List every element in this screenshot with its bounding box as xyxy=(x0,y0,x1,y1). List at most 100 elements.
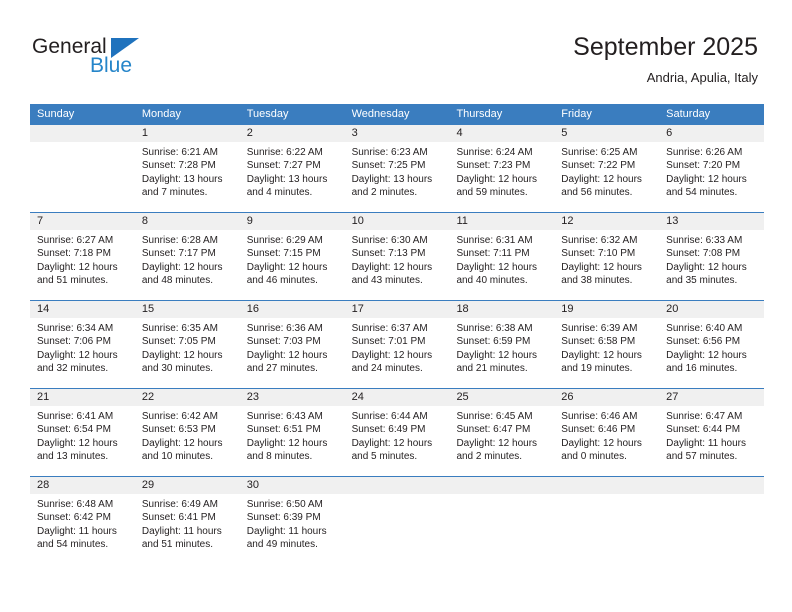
weekday-header-tuesday: Tuesday xyxy=(246,108,289,120)
weekday-header-thursday: Thursday xyxy=(456,108,503,120)
day-cell-26[interactable]: 26 Sunrise: 6:46 AM Sunset: 6:46 PM Dayligh… xyxy=(554,389,660,476)
day-detail-line: Sunrise: 6:46 AM xyxy=(561,411,638,422)
day-detail-line: and 32 minutes. xyxy=(37,362,109,374)
day-detail-line: Daylight: 11 hours xyxy=(141,525,222,537)
day-detail-line: Daylight: 12 hours xyxy=(351,437,433,449)
day-detail-line: Daylight: 11 hours xyxy=(246,525,327,537)
day-details: Sunrise: 6:23 AM Sunset: 7:25 PM Daylight:… xyxy=(345,142,450,199)
day-detail-line: Daylight: 12 hours xyxy=(351,349,433,361)
day-detail-line: Sunset: 6:41 PM xyxy=(141,512,216,524)
calendar-week-row: 1 Sunrise: 6:21 AM Sunset: 7:28 PM Daylight… xyxy=(30,125,765,212)
day-cell-25[interactable]: 25 Sunrise: 6:45 AM Sunset: 6:47 PM Dayligh… xyxy=(449,389,555,476)
day-cell-11[interactable]: 11 Sunrise: 6:31 AM Sunset: 7:11 PM Dayligh… xyxy=(449,213,555,300)
day-detail-line: Sunrise: 6:36 AM xyxy=(246,323,323,334)
day-details: Sunrise: 6:30 AM Sunset: 7:13 PM Daylight:… xyxy=(345,230,450,287)
day-detail-line: and 8 minutes. xyxy=(246,450,313,462)
day-detail-line: Sunset: 7:05 PM xyxy=(141,336,216,348)
day-detail-line: Sunrise: 6:28 AM xyxy=(141,235,219,246)
day-details: Sunrise: 6:43 AM Sunset: 6:51 PM Daylight:… xyxy=(240,406,345,463)
day-cell-5[interactable]: 5 Sunrise: 6:25 AM Sunset: 7:22 PM Daylight… xyxy=(554,125,660,212)
day-number xyxy=(659,477,765,494)
day-cell-13[interactable]: 13 Sunrise: 6:33 AM Sunset: 7:08 PM Dayligh… xyxy=(659,213,765,300)
calendar-grid: Sunday Monday Tuesday Wednesday Thursday Frid… xyxy=(30,104,765,564)
day-cell-6[interactable]: 6 Sunrise: 6:26 AM Sunset: 7:20 PM Daylight… xyxy=(659,125,765,212)
day-cell-24[interactable]: 24 Sunrise: 6:44 AM Sunset: 6:49 PM Dayligh… xyxy=(344,389,450,476)
day-detail-line: Daylight: 12 hours xyxy=(37,349,118,361)
day-detail-line: Sunset: 6:53 PM xyxy=(141,424,216,436)
day-detail-line: and 59 minutes. xyxy=(456,186,528,198)
day-detail-line: and 2 minutes. xyxy=(351,186,418,198)
day-detail-line: Daylight: 13 hours xyxy=(141,173,223,185)
day-cell-10[interactable]: 10 Sunrise: 6:30 AM Sunset: 7:13 PM Dayligh… xyxy=(344,213,450,300)
day-cell-8[interactable]: 8 Sunrise: 6:28 AM Sunset: 7:17 PM Daylight… xyxy=(134,213,240,300)
day-detail-line: Sunset: 6:58 PM xyxy=(561,336,636,348)
day-detail-line: and 38 minutes. xyxy=(561,274,633,286)
day-detail-line: Sunrise: 6:29 AM xyxy=(246,235,323,246)
page-header: General Blue September 2025 Andria, Apul… xyxy=(0,0,792,100)
general-blue-logo[interactable]: General Blue xyxy=(32,36,212,84)
day-cell-9[interactable]: 9 Sunrise: 6:29 AM Sunset: 7:15 PM Daylight… xyxy=(239,213,345,300)
day-cell-22[interactable]: 22 Sunrise: 6:42 AM Sunset: 6:53 PM Dayligh… xyxy=(134,389,240,476)
day-cell-7[interactable]: 7 Sunrise: 6:27 AM Sunset: 7:18 PM Daylight… xyxy=(30,213,135,300)
day-cell-12[interactable]: 12 Sunrise: 6:32 AM Sunset: 7:10 PM Dayligh… xyxy=(554,213,660,300)
day-detail-line: Daylight: 11 hours xyxy=(37,525,117,537)
day-cell-20[interactable]: 20 Sunrise: 6:40 AM Sunset: 6:56 PM Dayligh… xyxy=(659,301,765,388)
day-cell-3[interactable]: 3 Sunrise: 6:23 AM Sunset: 7:25 PM Daylight… xyxy=(344,125,450,212)
day-cell-empty xyxy=(449,477,555,564)
day-detail-line: Sunrise: 6:48 AM xyxy=(37,499,114,510)
day-detail-line: and 2 minutes. xyxy=(456,450,523,462)
day-cell-2[interactable]: 2 Sunrise: 6:22 AM Sunset: 7:27 PM Daylight… xyxy=(239,125,345,212)
day-number: 18 xyxy=(449,301,555,318)
day-detail-line: Sunset: 6:49 PM xyxy=(351,424,426,436)
day-number xyxy=(30,125,135,142)
weekday-header-monday: Monday xyxy=(141,108,181,120)
day-detail-line: and 16 minutes. xyxy=(666,362,738,374)
day-detail-line: and 48 minutes. xyxy=(141,274,214,286)
day-detail-line: Sunrise: 6:44 AM xyxy=(351,411,428,422)
day-details: Sunrise: 6:37 AM Sunset: 7:01 PM Daylight:… xyxy=(345,318,450,375)
calendar-week-row: 7 Sunrise: 6:27 AM Sunset: 7:18 PM Daylight… xyxy=(30,212,765,300)
day-details: Sunrise: 6:41 AM Sunset: 6:54 PM Daylight:… xyxy=(30,406,135,463)
day-cell-17[interactable]: 17 Sunrise: 6:37 AM Sunset: 7:01 PM Dayligh… xyxy=(344,301,450,388)
day-number: 21 xyxy=(30,389,135,406)
day-detail-line: Sunrise: 6:34 AM xyxy=(37,323,114,334)
day-details: Sunrise: 6:46 AM Sunset: 6:46 PM Daylight:… xyxy=(554,406,659,463)
day-cell-23[interactable]: 23 Sunrise: 6:43 AM Sunset: 6:51 PM Dayligh… xyxy=(239,389,345,476)
day-cell-4[interactable]: 4 Sunrise: 6:24 AM Sunset: 7:23 PM Daylight… xyxy=(449,125,555,212)
day-cell-16[interactable]: 16 Sunrise: 6:36 AM Sunset: 7:03 PM Dayligh… xyxy=(239,301,345,388)
day-cell-19[interactable]: 19 Sunrise: 6:39 AM Sunset: 6:58 PM Dayligh… xyxy=(554,301,660,388)
weekday-header-row: Sunday Monday Tuesday Wednesday Thursday Frid… xyxy=(30,104,764,125)
day-detail-line: Sunset: 7:10 PM xyxy=(561,248,636,260)
day-cell-14[interactable]: 14 Sunrise: 6:34 AM Sunset: 7:06 PM Dayligh… xyxy=(30,301,135,388)
day-cell-15[interactable]: 15 Sunrise: 6:35 AM Sunset: 7:05 PM Dayligh… xyxy=(134,301,240,388)
calendar-week-row: 21 Sunrise: 6:41 AM Sunset: 6:54 PM Dayligh… xyxy=(30,388,765,476)
day-cell-21[interactable]: 21 Sunrise: 6:41 AM Sunset: 6:54 PM Dayligh… xyxy=(30,389,135,476)
day-cell-29[interactable]: 29 Sunrise: 6:49 AM Sunset: 6:41 PM Dayligh… xyxy=(134,477,240,564)
day-detail-line: Sunrise: 6:41 AM xyxy=(37,411,114,422)
page-title: September 2025 xyxy=(573,33,758,61)
day-cell-27[interactable]: 27 Sunrise: 6:47 AM Sunset: 6:44 PM Dayligh… xyxy=(659,389,765,476)
day-number: 19 xyxy=(554,301,660,318)
day-detail-line: Sunrise: 6:32 AM xyxy=(561,235,638,246)
day-details: Sunrise: 6:42 AM Sunset: 6:53 PM Daylight:… xyxy=(135,406,240,463)
day-detail-line: Sunset: 6:56 PM xyxy=(666,336,741,348)
day-detail-line: and 4 minutes. xyxy=(246,186,313,198)
day-details xyxy=(449,494,554,498)
day-detail-line: Sunrise: 6:25 AM xyxy=(561,147,638,158)
day-cell-30[interactable]: 30 Sunrise: 6:50 AM Sunset: 6:39 PM Dayligh… xyxy=(239,477,345,564)
day-detail-line: Daylight: 12 hours xyxy=(456,261,538,273)
day-detail-line: Sunset: 6:51 PM xyxy=(246,424,321,436)
logo-text-blue: Blue xyxy=(90,54,133,77)
day-details: Sunrise: 6:45 AM Sunset: 6:47 PM Daylight:… xyxy=(449,406,554,463)
day-cell-18[interactable]: 18 Sunrise: 6:38 AM Sunset: 6:59 PM Dayligh… xyxy=(449,301,555,388)
day-detail-line: Sunset: 7:25 PM xyxy=(351,160,426,172)
day-details: Sunrise: 6:49 AM Sunset: 6:41 PM Daylight:… xyxy=(135,494,240,551)
day-cell-1[interactable]: 1 Sunrise: 6:21 AM Sunset: 7:28 PM Daylight… xyxy=(134,125,240,212)
day-cell-28[interactable]: 28 Sunrise: 6:48 AM Sunset: 6:42 PM Dayligh… xyxy=(30,477,135,564)
day-number: 28 xyxy=(30,477,135,494)
weekday-header-saturday: Saturday xyxy=(666,108,711,120)
day-detail-line: Daylight: 12 hours xyxy=(37,437,118,449)
day-detail-line: Sunset: 7:15 PM xyxy=(246,248,321,260)
day-detail-line: Sunrise: 6:47 AM xyxy=(666,411,743,422)
day-detail-line: Sunrise: 6:27 AM xyxy=(37,235,114,246)
